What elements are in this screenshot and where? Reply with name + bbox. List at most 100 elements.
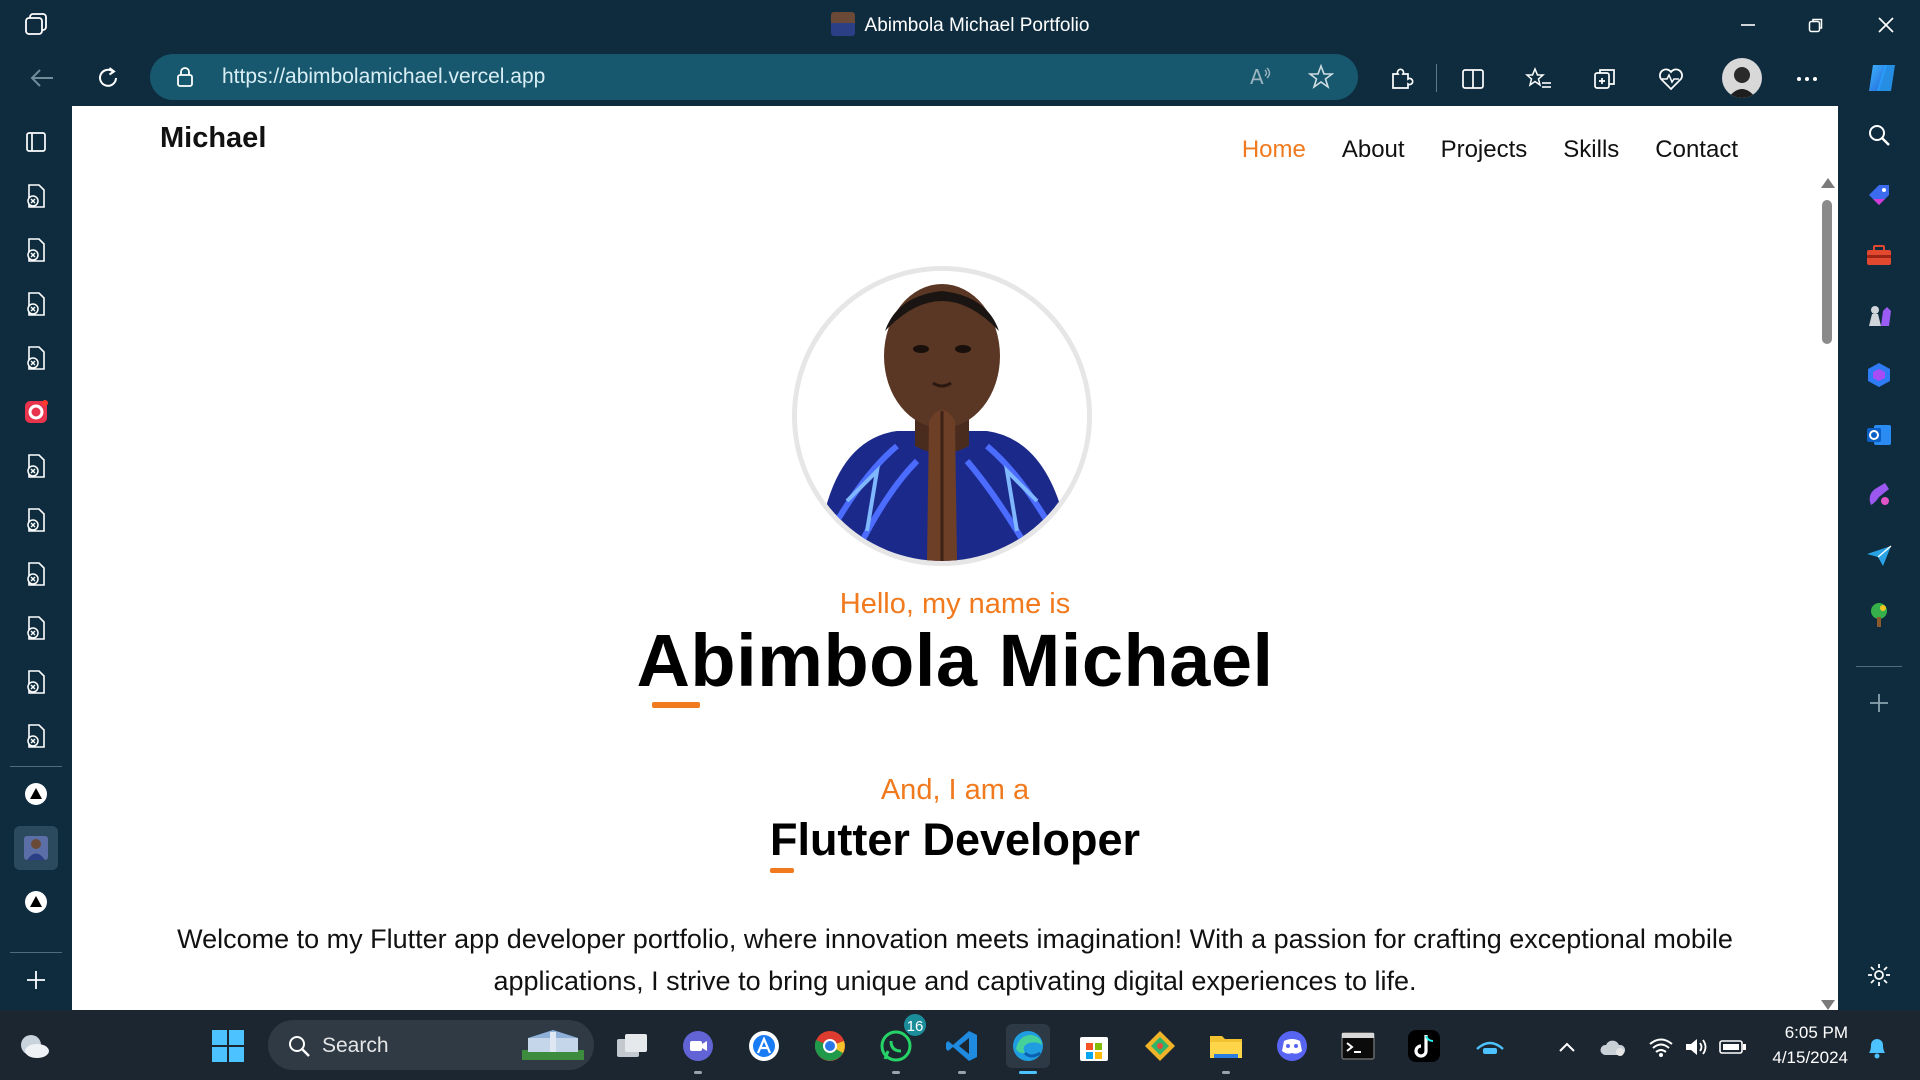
taskbar-remote-app[interactable]	[1468, 1024, 1512, 1068]
profile-avatar[interactable]	[1722, 58, 1762, 98]
weather-widget[interactable]	[12, 1024, 56, 1068]
taskbar-microsoft-store[interactable]	[1072, 1024, 1116, 1068]
taskbar-file-explorer[interactable]	[1204, 1024, 1248, 1074]
sidebar-outlook-button[interactable]	[1862, 418, 1896, 452]
close-window-button[interactable]	[1858, 8, 1914, 42]
paper-plane-icon	[1867, 545, 1892, 566]
video-chat-icon	[683, 1031, 713, 1061]
nav-skills[interactable]: Skills	[1563, 136, 1619, 164]
sidebar-add-button[interactable]	[1862, 686, 1896, 720]
app-tab-icon	[25, 400, 48, 423]
tree-icon	[1871, 603, 1887, 627]
cloud-sync-icon	[1600, 1040, 1626, 1056]
taskbar-git-app[interactable]	[1138, 1024, 1182, 1068]
task-view-icon	[617, 1034, 647, 1057]
tab-actions-button[interactable]	[14, 120, 58, 164]
terminal-icon	[1341, 1032, 1375, 1060]
sidebar-search-button[interactable]	[1862, 118, 1896, 152]
title-bar: Abimbola Michael Portfolio	[0, 0, 1920, 50]
taskbar-chrome[interactable]	[808, 1024, 852, 1068]
vertical-tab-active[interactable]	[14, 826, 58, 870]
address-bar[interactable]: https://abimbolamichael.vercel.app A	[150, 54, 1358, 100]
vertical-tab-4[interactable]	[14, 336, 58, 380]
collections-button[interactable]	[1588, 62, 1622, 96]
lock-icon[interactable]	[176, 66, 194, 88]
sidebar-shopping-button[interactable]	[1862, 178, 1896, 212]
vertical-tab-9[interactable]	[14, 606, 58, 650]
heart-pulse-icon	[1659, 68, 1683, 91]
taskbar-app-store-connect[interactable]	[742, 1024, 786, 1068]
taskbar-clock[interactable]: 6:05 PM 4/15/2024	[1772, 1020, 1848, 1070]
nav-projects[interactable]: Projects	[1441, 136, 1528, 164]
vertical-tab-14[interactable]	[14, 880, 58, 924]
name-underline	[652, 702, 700, 708]
portrait-illustration	[797, 271, 1087, 561]
vertical-tab-3[interactable]	[14, 282, 58, 326]
settings-more-button[interactable]	[1790, 62, 1824, 96]
refresh-button[interactable]	[88, 58, 128, 98]
split-screen-button[interactable]	[1456, 62, 1490, 96]
sidebar-games-button[interactable]	[1862, 298, 1896, 332]
onedrive-tray-icon[interactable]	[1598, 1032, 1628, 1062]
vertical-tab-8[interactable]	[14, 552, 58, 596]
speaker-icon	[1686, 1039, 1707, 1055]
nav-about[interactable]: About	[1342, 136, 1405, 164]
new-tab-button[interactable]	[14, 958, 58, 1002]
read-aloud-icon[interactable]: A	[1248, 64, 1274, 90]
taskbar-terminal[interactable]	[1336, 1024, 1380, 1068]
wifi-tray-icon[interactable]	[1646, 1032, 1676, 1062]
browser-essentials-button[interactable]	[1654, 62, 1688, 96]
volume-tray-icon[interactable]	[1682, 1032, 1712, 1062]
vertical-tab-10[interactable]	[14, 660, 58, 704]
site-brand[interactable]: Michael	[160, 122, 266, 155]
sidebar-designer-button[interactable]	[1862, 478, 1896, 512]
plus-icon	[27, 971, 45, 989]
vertical-tab-5[interactable]	[14, 390, 58, 434]
sidebar-settings-button[interactable]	[1862, 958, 1896, 992]
start-button[interactable]	[206, 1024, 250, 1068]
restore-icon	[1808, 18, 1823, 33]
show-hidden-icons-button[interactable]	[1552, 1032, 1582, 1062]
sidebar-copilot-button[interactable]	[1862, 358, 1896, 392]
taskbar-tiktok[interactable]	[1402, 1024, 1446, 1068]
designer-icon	[1869, 483, 1889, 505]
vertical-tab-12[interactable]	[14, 772, 58, 816]
nav-home[interactable]: Home	[1242, 136, 1306, 164]
url-text[interactable]: https://abimbolamichael.vercel.app	[222, 65, 545, 89]
scroll-down-arrow[interactable]	[1821, 1000, 1835, 1010]
page-scrollbar[interactable]	[1816, 178, 1838, 1010]
sidebar-tree-button[interactable]	[1862, 598, 1896, 632]
taskbar-search[interactable]: Search	[268, 1020, 594, 1070]
vertical-tab-6[interactable]	[14, 444, 58, 488]
sidebar-tools-button[interactable]	[1862, 238, 1896, 272]
taskbar-vscode[interactable]	[940, 1024, 984, 1074]
outlook-icon	[1867, 425, 1891, 445]
sidebar-drop-button[interactable]	[1862, 538, 1896, 572]
copilot-button[interactable]	[1862, 58, 1902, 98]
nav-contact[interactable]: Contact	[1655, 136, 1738, 164]
taskbar-edge[interactable]	[1006, 1024, 1050, 1074]
scroll-up-arrow[interactable]	[1821, 178, 1835, 188]
notifications-button[interactable]	[1862, 1032, 1892, 1062]
search-highlight-image	[522, 1030, 584, 1060]
vertical-tab-1[interactable]	[14, 174, 58, 218]
taskbar-whatsapp[interactable]: 16	[874, 1012, 928, 1074]
taskbar-teams[interactable]	[676, 1024, 720, 1074]
minimize-button[interactable]	[1720, 8, 1776, 42]
taskbar-task-view[interactable]	[610, 1024, 654, 1068]
scroll-thumb[interactable]	[1822, 200, 1832, 344]
favorite-star-icon[interactable]	[1308, 64, 1334, 90]
battery-tray-icon[interactable]	[1718, 1032, 1748, 1062]
favorites-button[interactable]	[1522, 62, 1556, 96]
vertical-tab-2[interactable]	[14, 228, 58, 272]
cloud-moon-icon	[21, 1035, 49, 1058]
taskbar-discord[interactable]	[1270, 1024, 1314, 1068]
bell-icon	[1869, 1039, 1885, 1059]
extensions-button[interactable]	[1384, 62, 1418, 96]
vertical-tab-11[interactable]	[14, 714, 58, 758]
restore-button[interactable]	[1788, 8, 1844, 42]
back-button[interactable]	[22, 58, 62, 98]
vertical-tab-7[interactable]	[14, 498, 58, 542]
vertical-tabs-sidebar	[0, 106, 72, 1010]
store-icon	[1080, 1037, 1108, 1061]
